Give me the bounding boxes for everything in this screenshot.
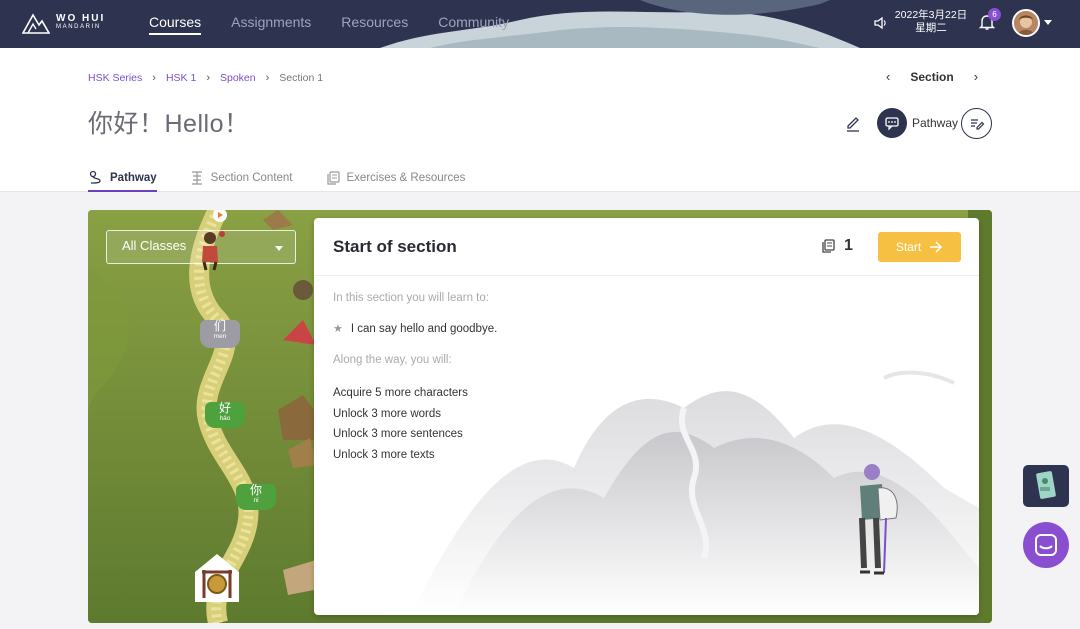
stone-pinyin: nǐ <box>253 497 259 504</box>
notes-button[interactable] <box>961 108 992 139</box>
top-navigation-bar: WO HUI MANDARIN Courses Assignments Reso… <box>0 0 1080 48</box>
exercises-icon <box>326 171 340 185</box>
wohui-logo[interactable]: WO HUI MANDARIN <box>22 12 105 34</box>
chevron-down-icon <box>275 246 283 251</box>
section-navigator: ‹ Section › <box>886 69 978 84</box>
list-item: Unlock 3 more sentences <box>333 428 463 440</box>
character-stone-men[interactable]: 们 men <box>200 320 240 348</box>
date-text: 2022年3月22日 <box>894 9 968 21</box>
page-title: 你好！Hello！ <box>88 110 250 138</box>
logo-mountain-icon <box>22 13 50 34</box>
breadcrumb-separator: › <box>265 72 270 84</box>
tab-pathway-label: Pathway <box>110 172 157 184</box>
mountain-hiker-illustration <box>414 370 979 615</box>
breadcrumb-spoken[interactable]: Spoken <box>220 72 256 84</box>
date-display: 2022年3月22日 星期二 <box>891 9 971 35</box>
chat-icon <box>1035 534 1057 556</box>
list-item: Acquire 5 more characters <box>333 387 468 399</box>
tab-section-content[interactable]: Section Content <box>189 165 293 191</box>
stone-pinyin: hǎo <box>219 415 231 422</box>
star-icon: ★ <box>333 323 343 335</box>
nav-community[interactable]: Community <box>438 0 509 48</box>
breadcrumb-separator: › <box>152 72 156 84</box>
avatar-image <box>1014 11 1038 35</box>
breadcrumb: HSK Series › HSK 1 › Spoken › Section 1 <box>88 72 323 84</box>
flashcard-icon <box>1036 471 1056 499</box>
account-menu-caret[interactable] <box>1044 20 1052 25</box>
exercises-count-icon <box>822 239 835 253</box>
student-character-icon <box>202 210 227 271</box>
tab-pathway[interactable]: Pathway <box>88 165 157 192</box>
list-item: Unlock 3 more words <box>333 407 442 420</box>
chat-support-button[interactable] <box>1023 522 1069 568</box>
flashcard-widget-button[interactable] <box>1023 465 1069 507</box>
logo-text: WO HUI <box>56 13 106 24</box>
nav-resources[interactable]: Resources <box>341 0 408 48</box>
notes-pencil-icon <box>970 118 984 130</box>
prev-section-icon[interactable]: ‹ <box>886 69 890 84</box>
start-button[interactable]: Start <box>878 232 961 262</box>
nav-courses[interactable]: Courses <box>149 0 202 48</box>
character-stone-hao[interactable]: 好 hǎo <box>205 402 245 428</box>
card-body: In this section you will learn to: ★ I c… <box>333 292 497 465</box>
section-content-icon <box>191 171 202 185</box>
section-start-card: Start of section 1 Start In this section… <box>314 218 979 615</box>
page-header: HSK Series › HSK 1 › Spoken › Section 1 … <box>0 48 1080 192</box>
list-item: Unlock 3 more texts <box>333 448 435 461</box>
breadcrumb-hsk1[interactable]: HSK 1 <box>166 72 196 84</box>
breadcrumb-current: Section 1 <box>279 72 324 84</box>
edit-pencil-icon[interactable] <box>844 115 862 133</box>
pathway-icon <box>89 170 101 184</box>
card-title: Start of section <box>333 237 457 256</box>
chat-board-icon <box>885 117 899 131</box>
card-header: Start of section 1 Start <box>314 218 979 276</box>
stone-pinyin: men <box>213 333 227 340</box>
logo-subtext: MANDARIN <box>56 24 101 30</box>
pathway-label: Pathway <box>912 116 959 130</box>
nav-assignments[interactable]: Assignments <box>231 0 311 48</box>
unlock-list: Acquire 5 more characters Unlock 3 more … <box>333 383 497 465</box>
character-stone-ni[interactable]: 你 nǐ <box>236 484 276 510</box>
main-nav: Courses Assignments Resources Community <box>149 0 509 48</box>
stone-char: 你 <box>249 483 262 497</box>
gong-start-icon[interactable] <box>192 552 242 606</box>
exercise-count: 1 <box>844 237 853 254</box>
stone-char: 好 <box>218 401 231 415</box>
weekday-text: 星期二 <box>915 22 947 34</box>
speaker-icon[interactable] <box>873 15 889 31</box>
pathway-view-button[interactable] <box>877 108 907 138</box>
stone-char: 们 <box>213 319 226 333</box>
along-heading: Along the way, you will: <box>333 354 452 366</box>
tab-section-content-label: Section Content <box>210 172 293 184</box>
objective-text: I can say hello and goodbye. <box>350 322 498 335</box>
arrow-right-icon <box>930 241 943 253</box>
section-nav-label: Section <box>910 69 954 84</box>
objective-item: ★ I can say hello and goodbye. <box>333 322 498 336</box>
class-filter-value: All Classes <box>122 238 187 253</box>
breadcrumb-hsk-series[interactable]: HSK Series <box>88 72 142 84</box>
tab-exercises-label: Exercises & Resources <box>346 172 466 184</box>
avatar[interactable] <box>1012 9 1040 37</box>
breadcrumb-separator: › <box>206 72 210 84</box>
learn-heading: In this section you will learn to: <box>333 292 489 304</box>
notification-badge: 6 <box>988 8 1001 21</box>
start-button-label: Start <box>895 240 922 254</box>
next-section-icon[interactable]: › <box>974 69 978 84</box>
section-tabs: Pathway Section Content Exercises & Reso… <box>88 165 466 192</box>
tab-exercises-resources[interactable]: Exercises & Resources <box>325 165 466 191</box>
